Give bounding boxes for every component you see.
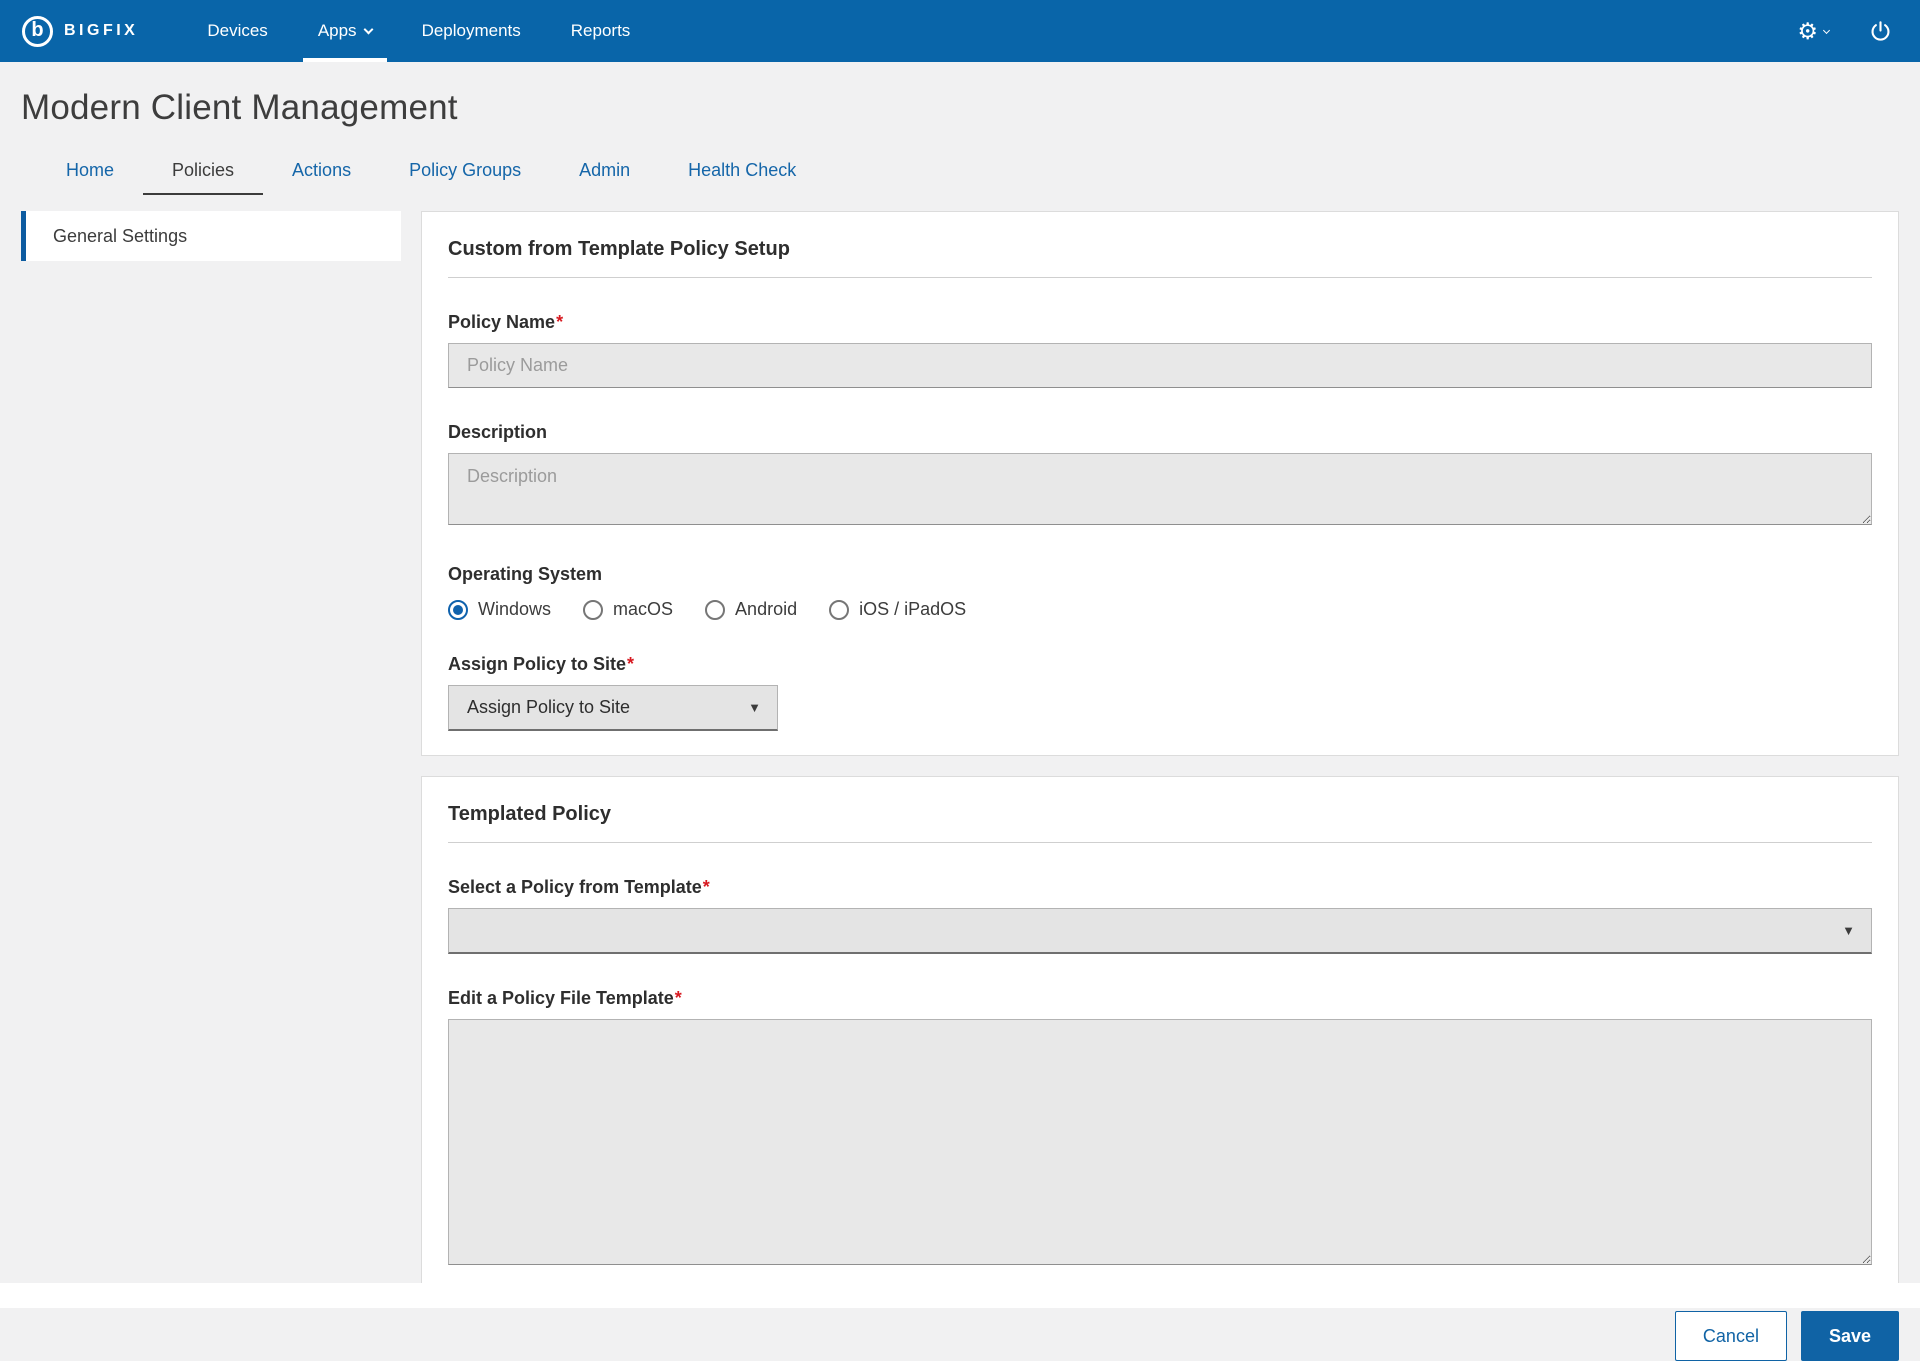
operating-system-label: Operating System (448, 564, 1872, 585)
logout-button[interactable] (1869, 20, 1892, 43)
radio-selected-icon (448, 600, 468, 620)
form-actions: Cancel Save (421, 1311, 1899, 1361)
radio-option-windows[interactable]: Windows (448, 599, 551, 620)
operating-system-radio-group: Windows macOS Android iOS / iPadOS (448, 599, 1872, 620)
bigfix-brand[interactable]: b BIGFIX (22, 0, 138, 62)
tab-home[interactable]: Home (37, 150, 143, 195)
save-button[interactable]: Save (1801, 1311, 1899, 1361)
nav-item-label: Deployments (422, 21, 521, 41)
nav-item-apps[interactable]: Apps (293, 0, 397, 62)
divider (448, 842, 1872, 843)
assign-policy-site-dropdown[interactable]: Assign Policy to Site ▼ (448, 685, 778, 731)
policy-file-template-textarea[interactable] (448, 1019, 1872, 1265)
required-asterisk: * (556, 312, 563, 332)
radio-label: macOS (613, 599, 673, 620)
nav-item-label: Reports (571, 21, 631, 41)
tab-policy-groups[interactable]: Policy Groups (380, 150, 550, 195)
gear-icon: ⚙ (1797, 20, 1818, 43)
main-panel: Custom from Template Policy Setup Policy… (421, 211, 1899, 1361)
tab-policies[interactable]: Policies (143, 150, 263, 195)
select-template-label: Select a Policy from Template* (448, 877, 1872, 898)
tab-actions[interactable]: Actions (263, 150, 380, 195)
radio-unselected-icon (583, 600, 603, 620)
chevron-down-icon (363, 24, 373, 34)
tab-admin[interactable]: Admin (550, 150, 659, 195)
footer-strip (0, 1283, 1920, 1308)
power-icon (1869, 20, 1892, 43)
required-asterisk: * (703, 877, 710, 897)
content-area: General Settings Custom from Template Po… (0, 195, 1920, 1361)
radio-unselected-icon (705, 600, 725, 620)
nav-item-deployments[interactable]: Deployments (397, 0, 546, 62)
brand-name: BIGFIX (64, 22, 138, 40)
section-title: Templated Policy (448, 799, 1872, 842)
section-title: Custom from Template Policy Setup (448, 234, 1872, 277)
divider (448, 277, 1872, 278)
select-template-dropdown[interactable]: ▼ (448, 908, 1872, 954)
nav-item-label: Apps (318, 21, 357, 41)
bigfix-logo-icon: b (22, 16, 53, 47)
dropdown-caret-icon: ▼ (1842, 924, 1855, 937)
required-asterisk: * (675, 988, 682, 1008)
page-title: Modern Client Management (21, 88, 1920, 128)
dropdown-value: Assign Policy to Site (467, 697, 630, 718)
settings-menu-button[interactable]: ⚙ (1797, 20, 1829, 43)
tab-bar: Home Policies Actions Policy Groups Admi… (0, 150, 1920, 195)
policy-name-label: Policy Name* (448, 312, 1872, 333)
settings-sidebar: General Settings (21, 211, 401, 261)
radio-option-macos[interactable]: macOS (583, 599, 673, 620)
radio-option-android[interactable]: Android (705, 599, 797, 620)
sidebar-item-general-settings[interactable]: General Settings (21, 211, 401, 261)
description-label: Description (448, 422, 1872, 443)
custom-policy-setup-card: Custom from Template Policy Setup Policy… (421, 211, 1899, 756)
edit-template-label: Edit a Policy File Template* (448, 988, 1872, 1009)
templated-policy-card: Templated Policy Select a Policy from Te… (421, 776, 1899, 1295)
radio-unselected-icon (829, 600, 849, 620)
radio-label: Windows (478, 599, 551, 620)
nav-item-reports[interactable]: Reports (546, 0, 656, 62)
radio-option-ios-ipados[interactable]: iOS / iPadOS (829, 599, 966, 620)
cancel-button[interactable]: Cancel (1675, 1311, 1787, 1361)
top-navbar: b BIGFIX Devices Apps Deployments Report… (0, 0, 1920, 62)
assign-policy-site-label: Assign Policy to Site* (448, 654, 1872, 675)
policy-name-input[interactable] (448, 343, 1872, 388)
description-textarea[interactable] (448, 453, 1872, 525)
nav-item-label: Devices (207, 21, 267, 41)
dropdown-caret-icon: ▼ (748, 701, 761, 714)
radio-label: Android (735, 599, 797, 620)
primary-nav: Devices Apps Deployments Reports (182, 0, 655, 62)
tab-health-check[interactable]: Health Check (659, 150, 825, 195)
radio-label: iOS / iPadOS (859, 599, 966, 620)
required-asterisk: * (627, 654, 634, 674)
chevron-down-icon (1823, 26, 1830, 33)
nav-item-devices[interactable]: Devices (182, 0, 292, 62)
